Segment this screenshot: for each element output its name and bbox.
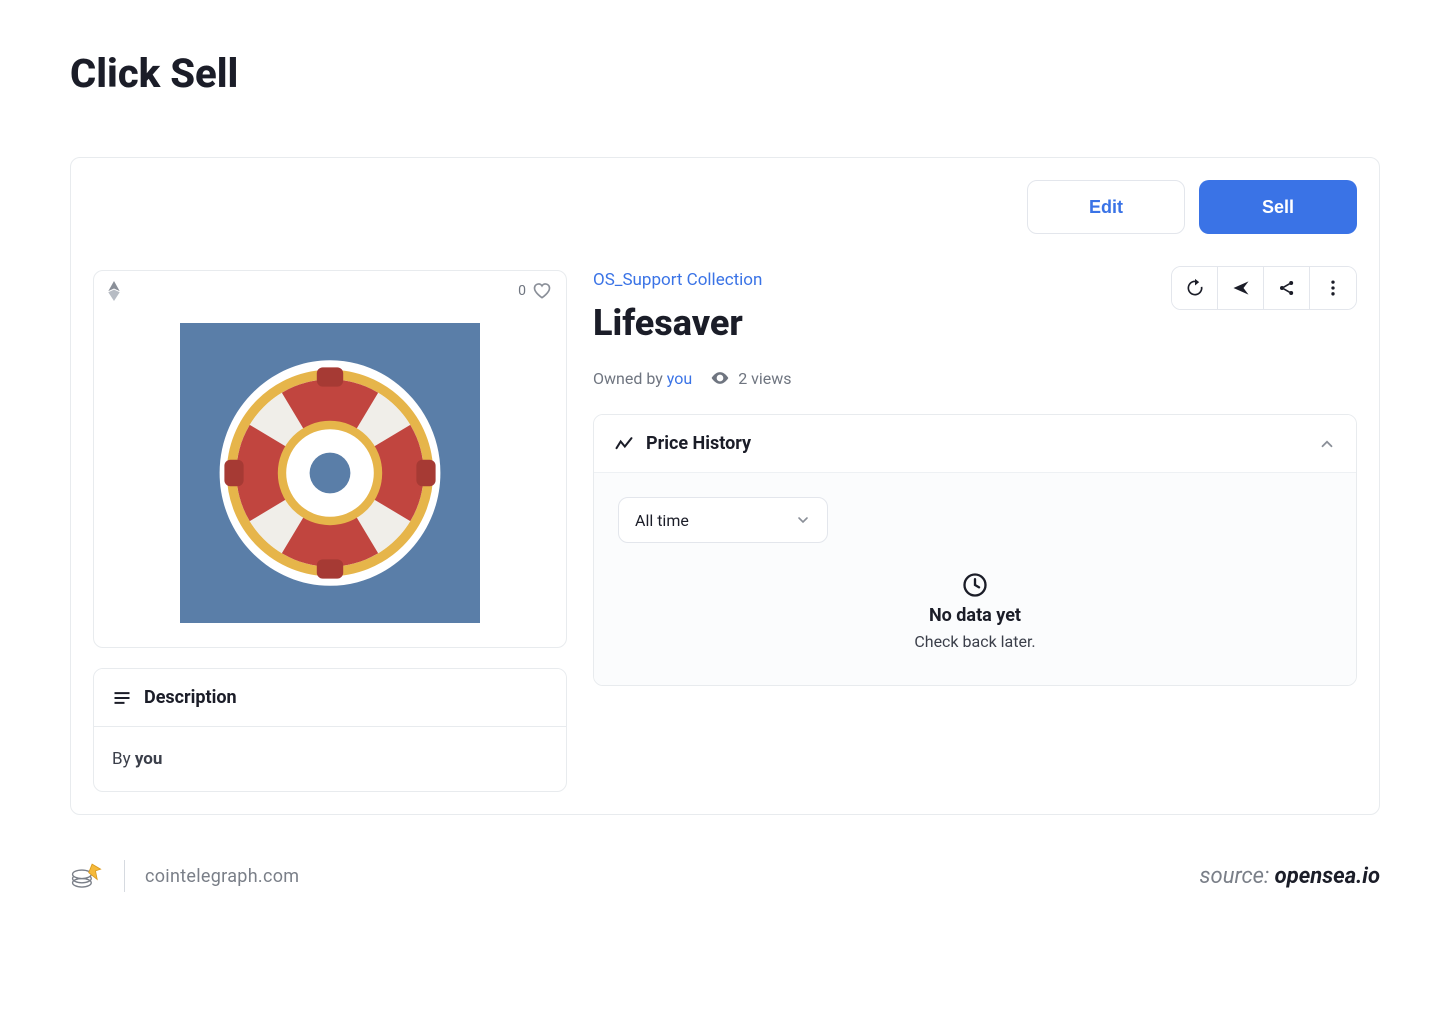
description-panel: Description By you <box>93 668 567 792</box>
source-label: source: <box>1200 864 1275 889</box>
footer-left: cointelegraph.com <box>70 859 299 893</box>
likes-count: 0 <box>518 283 526 299</box>
refresh-icon <box>1185 278 1205 298</box>
refresh-button[interactable] <box>1172 267 1218 309</box>
more-vertical-icon <box>1323 278 1343 298</box>
send-button[interactable] <box>1218 267 1264 309</box>
title-row: OS_Support Collection Lifesaver <box>593 270 1357 344</box>
time-range-value: All time <box>635 511 689 530</box>
price-history-header[interactable]: Price History <box>594 415 1356 473</box>
description-title: Description <box>144 687 237 708</box>
content-columns: 0 <box>71 256 1379 814</box>
media-header: 0 <box>94 271 566 307</box>
top-action-bar: Edit Sell <box>71 158 1379 256</box>
time-range-select[interactable]: All time <box>618 497 828 543</box>
by-author: you <box>135 749 163 769</box>
ethereum-icon <box>108 281 122 301</box>
description-header[interactable]: Description <box>94 669 566 727</box>
heart-icon <box>532 281 552 301</box>
description-body: By you <box>94 727 566 791</box>
price-history-title: Price History <box>646 433 751 454</box>
media-box: 0 <box>93 270 567 648</box>
more-button[interactable] <box>1310 267 1356 309</box>
by-prefix: By <box>112 749 135 769</box>
eye-icon <box>710 368 730 388</box>
artwork-wrap <box>94 307 566 647</box>
clock-icon <box>961 571 989 599</box>
source-value: opensea.io <box>1275 864 1380 889</box>
send-icon <box>1231 278 1251 298</box>
left-column: 0 <box>93 270 567 792</box>
activity-icon <box>614 434 634 454</box>
footer-source: source: opensea.io <box>1200 864 1380 889</box>
chevron-down-icon <box>795 512 811 528</box>
owner-link[interactable]: you <box>667 369 692 388</box>
footer-site: cointelegraph.com <box>145 866 299 887</box>
divider <box>124 860 125 892</box>
meta-row: Owned by you 2 views <box>593 368 1357 388</box>
sell-button[interactable]: Sell <box>1199 180 1357 234</box>
edit-button[interactable]: Edit <box>1027 180 1185 234</box>
empty-state: No data yet Check back later. <box>618 543 1332 661</box>
owned-by: Owned by you <box>593 369 692 388</box>
page-title: Click Sell <box>70 50 1380 97</box>
empty-subtitle: Check back later. <box>914 632 1035 651</box>
listing-card: Edit Sell 0 <box>70 157 1380 815</box>
likes-counter[interactable]: 0 <box>518 281 552 301</box>
nft-artwork <box>180 323 480 623</box>
nft-title: Lifesaver <box>593 302 762 344</box>
right-column: OS_Support Collection Lifesaver <box>593 270 1357 792</box>
views-text: 2 views <box>738 369 791 388</box>
views-stat: 2 views <box>710 368 791 388</box>
chevron-up-icon <box>1318 435 1336 453</box>
owned-prefix: Owned by <box>593 369 667 388</box>
price-history-panel: Price History All time <box>593 414 1357 686</box>
share-button[interactable] <box>1264 267 1310 309</box>
footer: cointelegraph.com source: opensea.io <box>70 859 1380 893</box>
price-history-body: All time No data yet Check back later. <box>594 473 1356 685</box>
collection-link[interactable]: OS_Support Collection <box>593 270 762 290</box>
empty-title: No data yet <box>929 605 1021 626</box>
list-icon <box>112 688 132 708</box>
cointelegraph-logo-icon <box>70 859 104 893</box>
item-action-group <box>1171 266 1357 310</box>
share-icon <box>1277 278 1297 298</box>
